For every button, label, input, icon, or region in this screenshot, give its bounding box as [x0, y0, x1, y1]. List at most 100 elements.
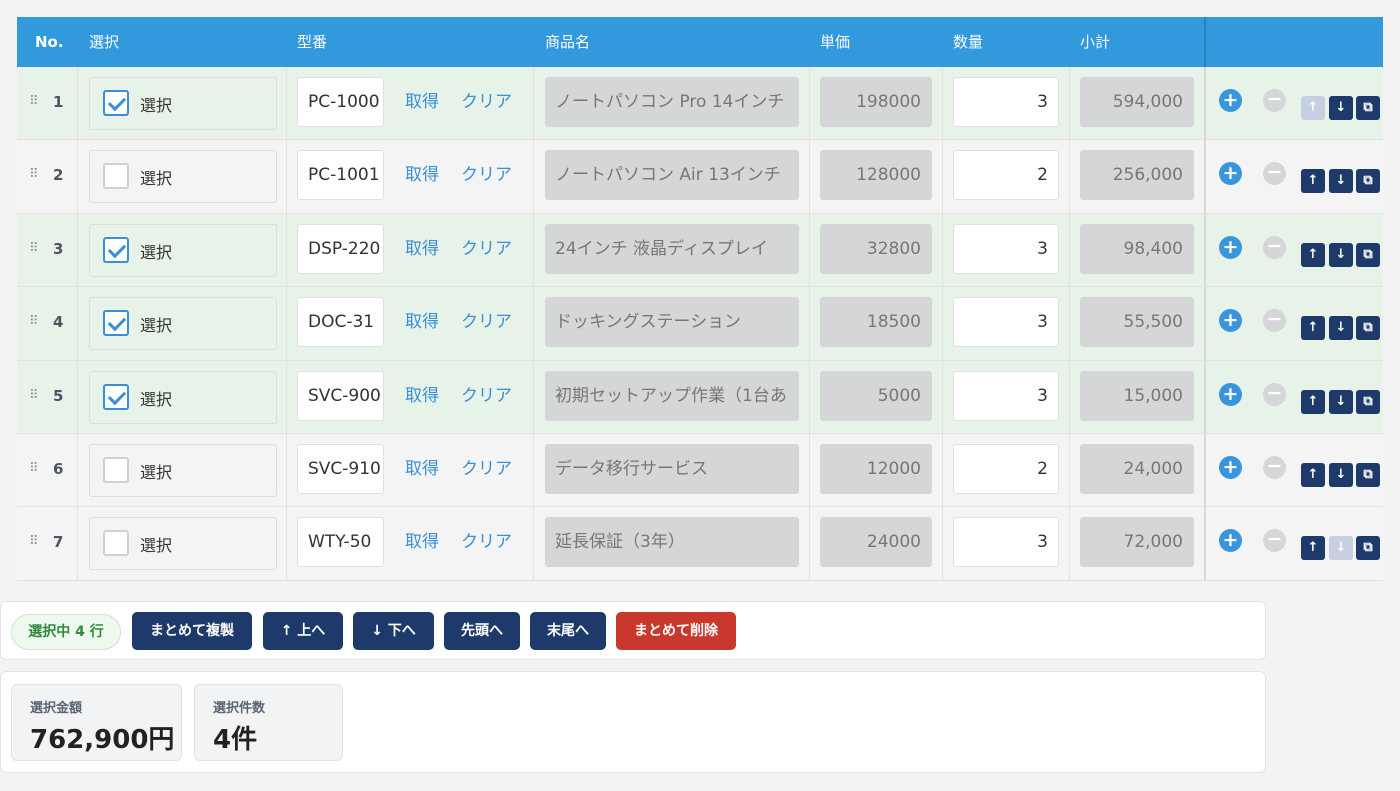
sku-input[interactable]: DOC-31: [297, 297, 384, 348]
quantity-input[interactable]: 3: [953, 297, 1059, 348]
move-up-button[interactable]: ↑ 上へ: [263, 612, 343, 650]
quantity-input[interactable]: 2: [953, 443, 1059, 494]
header-name: 商品名: [545, 33, 591, 51]
fetch-link[interactable]: 取得: [405, 381, 439, 406]
product-name-field: ノートパソコン Pro 14インチ: [545, 77, 799, 127]
quantity-input[interactable]: 3: [953, 223, 1059, 274]
move-down-button[interactable]: ↓ 下へ: [353, 612, 434, 650]
move-row-up-icon[interactable]: ↑: [1301, 96, 1325, 120]
add-row-icon[interactable]: +: [1219, 162, 1242, 186]
drag-handle-icon[interactable]: ⠿: [29, 95, 39, 109]
checkbox-checked-icon[interactable]: [103, 236, 129, 263]
select-toggle[interactable]: 選択: [89, 150, 277, 204]
duplicate-row-icon[interactable]: ⧉: [1356, 169, 1380, 194]
sku-input[interactable]: PC-1001: [297, 150, 384, 201]
duplicate-row-icon[interactable]: ⧉: [1356, 536, 1380, 561]
move-row-down-icon[interactable]: ↓: [1329, 169, 1353, 194]
duplicate-row-icon[interactable]: ⧉: [1356, 242, 1380, 267]
remove-row-icon[interactable]: −: [1263, 382, 1286, 406]
checkbox-unchecked-icon[interactable]: [103, 456, 129, 483]
quantity-input[interactable]: 3: [953, 77, 1059, 127]
add-row-icon[interactable]: +: [1219, 529, 1242, 553]
remove-row-icon[interactable]: −: [1263, 529, 1286, 553]
clear-link[interactable]: クリア: [461, 87, 512, 112]
fetch-link[interactable]: 取得: [405, 234, 439, 259]
remove-row-icon[interactable]: −: [1263, 89, 1286, 112]
clear-link[interactable]: クリア: [461, 160, 512, 185]
move-row-down-icon[interactable]: ↓: [1329, 316, 1353, 341]
remove-row-icon[interactable]: −: [1263, 235, 1286, 259]
checkbox-checked-icon[interactable]: [103, 310, 129, 337]
move-row-down-icon[interactable]: ↓: [1329, 389, 1353, 414]
remove-row-icon[interactable]: −: [1263, 309, 1286, 333]
select-toggle[interactable]: 選択: [89, 517, 277, 571]
move-row-up-icon[interactable]: ↑: [1301, 536, 1325, 561]
move-row-down-icon[interactable]: ↓: [1329, 96, 1353, 120]
move-row-down-icon[interactable]: ↓: [1329, 242, 1353, 267]
sku-input[interactable]: SVC-910: [297, 443, 384, 494]
move-to-top-button[interactable]: 先頭へ: [444, 612, 520, 650]
checkbox-checked-icon[interactable]: [103, 383, 129, 410]
add-row-icon[interactable]: +: [1219, 235, 1242, 259]
sku-input[interactable]: DSP-220: [297, 223, 384, 274]
duplicate-row-icon[interactable]: ⧉: [1356, 462, 1380, 487]
duplicate-row-icon[interactable]: ⧉: [1356, 96, 1380, 120]
drag-handle-icon[interactable]: ⠿: [29, 315, 39, 329]
move-row-up-icon[interactable]: ↑: [1301, 389, 1325, 414]
duplicate-row-icon[interactable]: ⧉: [1356, 316, 1380, 341]
fetch-link[interactable]: 取得: [405, 527, 439, 552]
select-toggle[interactable]: 選択: [89, 443, 277, 497]
sku-input[interactable]: WTY-50: [297, 517, 384, 568]
remove-row-icon[interactable]: −: [1263, 455, 1286, 479]
bulk-copy-button[interactable]: まとめて複製: [132, 612, 252, 650]
checkbox-unchecked-icon[interactable]: [103, 530, 129, 557]
add-row-icon[interactable]: +: [1219, 382, 1242, 406]
selection-summary: 選択金額 762,900円 選択件数 4件: [0, 671, 1266, 773]
subtotal-field: 55,500: [1080, 297, 1194, 348]
fetch-link[interactable]: 取得: [405, 160, 439, 185]
checkbox-checked-icon[interactable]: [103, 90, 129, 116]
drag-handle-icon[interactable]: ⠿: [29, 388, 39, 403]
clear-link[interactable]: クリア: [461, 234, 512, 259]
move-row-up-icon[interactable]: ↑: [1301, 169, 1325, 194]
select-toggle[interactable]: 選択: [89, 370, 277, 424]
clear-link[interactable]: クリア: [461, 454, 512, 479]
move-row-up-icon[interactable]: ↑: [1301, 316, 1325, 341]
add-row-icon[interactable]: +: [1219, 455, 1242, 479]
quantity-input[interactable]: 3: [953, 370, 1059, 421]
add-row-icon[interactable]: +: [1219, 89, 1242, 112]
checkbox-unchecked-icon[interactable]: [103, 163, 129, 190]
move-row-down-icon[interactable]: ↓: [1329, 462, 1353, 487]
remove-row-icon[interactable]: −: [1263, 162, 1286, 186]
move-row-down-icon[interactable]: ↓: [1329, 536, 1353, 561]
drag-handle-icon[interactable]: ⠿: [29, 168, 39, 182]
bulk-delete-button[interactable]: まとめて削除: [616, 612, 736, 650]
drag-handle-icon[interactable]: ⠿: [29, 241, 39, 256]
duplicate-row-icon[interactable]: ⧉: [1356, 389, 1380, 414]
select-toggle[interactable]: 選択: [89, 77, 277, 130]
clear-link[interactable]: クリア: [461, 307, 512, 332]
add-row-icon[interactable]: +: [1219, 309, 1242, 333]
unit-price-field: 198000: [820, 77, 932, 127]
drag-handle-icon[interactable]: ⠿: [29, 461, 39, 476]
clear-link[interactable]: クリア: [461, 381, 512, 406]
fetch-link[interactable]: 取得: [405, 454, 439, 479]
selected-count-value: 4件: [213, 725, 258, 755]
select-toggle[interactable]: 選択: [89, 223, 277, 277]
clear-link[interactable]: クリア: [461, 527, 512, 552]
select-toggle[interactable]: 選択: [89, 297, 277, 351]
drag-handle-icon[interactable]: ⠿: [29, 535, 39, 549]
header-price: 単価: [820, 33, 851, 51]
quantity-input[interactable]: 3: [953, 517, 1059, 568]
move-to-bottom-button[interactable]: 末尾へ: [530, 612, 606, 650]
sku-input[interactable]: PC-1000: [297, 77, 384, 127]
move-row-up-icon[interactable]: ↑: [1301, 462, 1325, 487]
unit-price-field: 128000: [820, 150, 932, 201]
row-number: 5: [53, 386, 64, 405]
fetch-link[interactable]: 取得: [405, 307, 439, 332]
header-sku: 型番: [297, 33, 328, 51]
quantity-input[interactable]: 2: [953, 150, 1059, 201]
fetch-link[interactable]: 取得: [405, 87, 439, 112]
move-row-up-icon[interactable]: ↑: [1301, 242, 1325, 267]
sku-input[interactable]: SVC-900: [297, 370, 384, 421]
